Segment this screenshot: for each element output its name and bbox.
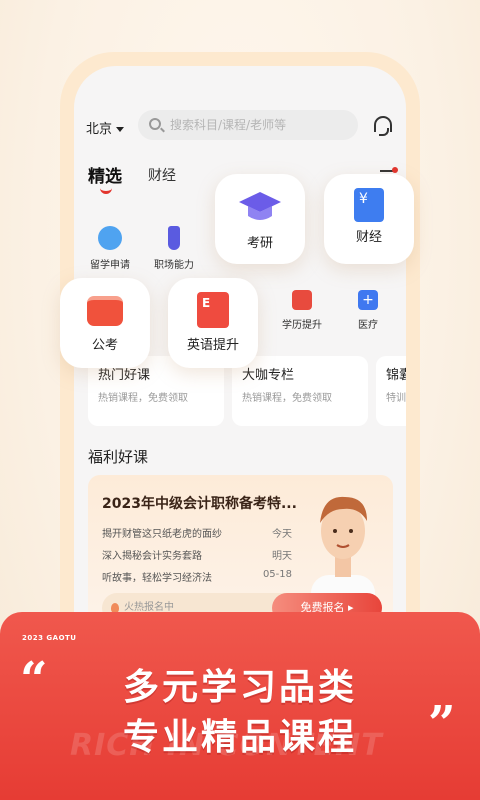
lesson-name: 深入揭秘会计实务套路 xyxy=(102,551,202,562)
category-career-skills[interactable]: 职场能力 xyxy=(142,226,206,271)
tab-finance[interactable]: 财经 xyxy=(148,165,176,185)
city-label: 北京 xyxy=(86,122,113,137)
search-icon xyxy=(149,118,161,130)
bubble-grad-exam[interactable]: 考研 xyxy=(215,174,305,264)
bubble-label: 财经 xyxy=(355,230,382,245)
city-selector[interactable]: 北京 xyxy=(86,118,125,137)
promo-card-subtitle: 特训 xyxy=(386,393,406,404)
lesson-date: 明天 xyxy=(272,551,292,562)
promo-card-title: 大咖专栏 xyxy=(242,368,295,383)
tab-featured-label: 精选 xyxy=(88,167,122,187)
category-degree-upgrade[interactable]: 学历提升 xyxy=(270,290,334,331)
lesson-item[interactable]: 揭开财管这只纸老虎的面纱 今天 xyxy=(102,525,292,540)
category-label: 职场能力 xyxy=(154,260,194,271)
promo-card-subtitle: 热销课程，免费领取 xyxy=(98,393,188,404)
promo-card-expert-column[interactable]: 大咖专栏 热销课程，免费领取 xyxy=(232,356,368,426)
bubble-label: 公考 xyxy=(91,338,118,353)
category-label: 医疗 xyxy=(358,320,378,331)
tab-featured[interactable]: 精选 xyxy=(88,162,122,194)
lesson-name: 听故事，轻松学习经济法 xyxy=(102,573,212,584)
medical-cross-icon: + xyxy=(358,290,378,310)
lesson-date: 今天 xyxy=(272,529,292,540)
lesson-name: 揭开财管这只纸老虎的面纱 xyxy=(102,529,222,540)
close-quote: ” xyxy=(428,696,456,752)
customer-service-icon[interactable] xyxy=(374,116,392,136)
graduation-cap-icon xyxy=(239,192,281,220)
phone-frame: 北京 搜索科目/课程/老师等 精选 财经 留学申请 职场能力 学历提升 + 医疗… xyxy=(60,52,420,692)
tab-finance-label: 财经 xyxy=(148,168,176,184)
english-book-icon: E xyxy=(197,292,229,328)
course-title: 2023年中级会计职称备考特... xyxy=(102,496,297,512)
tie-icon xyxy=(168,226,180,250)
banner-year: 2023 GAOTU xyxy=(22,634,77,642)
promo-card-title: 锦囊 xyxy=(386,368,406,383)
lesson-item[interactable]: 听故事，轻松学习经济法 05-18 xyxy=(102,569,292,584)
phone-screen: 北京 搜索科目/课程/老师等 精选 财经 留学申请 职场能力 学历提升 + 医疗… xyxy=(74,66,406,692)
chevron-down-icon xyxy=(116,127,125,132)
category-label: 学历提升 xyxy=(282,320,322,331)
lesson-item[interactable]: 深入揭秘会计实务套路 明天 xyxy=(102,547,292,562)
section-title: 福利好课 xyxy=(88,448,149,466)
category-label: 留学申请 xyxy=(90,260,130,271)
yen-book-icon: ¥ xyxy=(354,188,384,222)
bubble-label: 英语提升 xyxy=(186,338,239,353)
promo-card-subtitle: 热销课程，免费领取 xyxy=(242,393,332,404)
search-input[interactable]: 搜索科目/课程/老师等 xyxy=(138,110,358,140)
top-bar: 北京 搜索科目/课程/老师等 xyxy=(74,110,406,144)
promo-card-tips[interactable]: 锦囊 特训 xyxy=(376,356,406,426)
chat-bubble-icon xyxy=(98,226,122,250)
promo-banner: 2023 GAOTU “ 多元学习品类 RICH IN CONTENT 专业精品… xyxy=(0,612,480,800)
bubble-label: 考研 xyxy=(246,236,273,251)
search-placeholder: 搜索科目/课程/老师等 xyxy=(170,118,287,132)
bubble-english[interactable]: E 英语提升 xyxy=(168,278,258,368)
arrow-up-icon xyxy=(292,290,312,310)
active-tab-indicator xyxy=(100,188,112,194)
course-card[interactable]: 2023年中级会计职称备考特... 揭开财管这只纸老虎的面纱 今天 深入揭秘会计… xyxy=(88,475,393,635)
category-medical[interactable]: + 医疗 xyxy=(336,290,400,331)
lesson-date: 05-18 xyxy=(262,569,292,580)
bubble-finance[interactable]: ¥ 财经 xyxy=(324,174,414,264)
banner-headline-2: 专业精品课程 xyxy=(122,717,357,758)
bubble-civil-service[interactable]: 公考 xyxy=(60,278,150,368)
category-study-abroad[interactable]: 留学申请 xyxy=(78,226,142,271)
banner-headline-1: 多元学习品类 xyxy=(122,667,357,708)
briefcase-icon xyxy=(87,296,123,326)
